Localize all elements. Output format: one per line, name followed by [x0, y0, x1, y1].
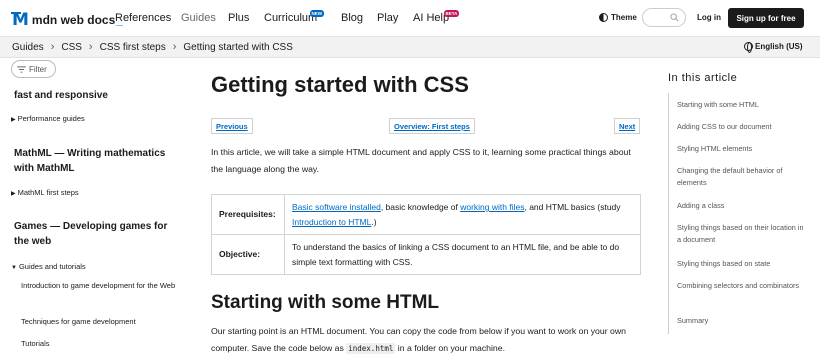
collapsed-triangle-icon: ▶ [11, 191, 16, 197]
search-caret [11, 12, 21, 14]
toc-item[interactable]: Styling things based on their location i… [677, 222, 805, 246]
breadcrumb-item-css-first-steps[interactable]: CSS first steps [100, 42, 166, 53]
sidebar: Filter fast and responsive ▶ Performance … [0, 58, 188, 358]
filter-placeholder: Filter [29, 64, 47, 74]
language-label: English (US) [755, 42, 803, 51]
working-with-files-link[interactable]: working with files [460, 202, 524, 212]
sidebar-subitem-techniques[interactable]: Techniques for game development [21, 316, 181, 328]
breadcrumb: Guides › CSS › CSS first steps › Getting… [12, 41, 293, 53]
learning-outcomes-table: Prerequisites: Basic software installed,… [211, 194, 641, 275]
breadcrumb-item-current[interactable]: Getting started with CSS [183, 42, 293, 53]
toc-title: In this article [668, 72, 738, 84]
beta-badge: BETA [444, 10, 459, 17]
toc-item[interactable]: Adding CSS to our document [677, 121, 805, 133]
nav-play[interactable]: Play [377, 12, 398, 24]
prerequisites-label: Prerequisites: [211, 194, 285, 235]
intro-paragraph: In this article, we will take a simple H… [211, 147, 631, 174]
objective-label: Objective: [211, 234, 285, 275]
breadcrumb-separator: › [50, 41, 55, 53]
prereq-text: , and HTML basics (study [524, 202, 621, 212]
prereq-text: , basic knowledge of [380, 202, 461, 212]
signup-button[interactable]: Sign up for free [728, 8, 804, 28]
nav-blog[interactable]: Blog [341, 12, 363, 24]
paragraph-text: in a folder on your machine. [395, 343, 506, 353]
top-navigation: M mdn web docs _ References Guides Plus … [0, 0, 820, 37]
mdn-logo-text: mdn web docs [31, 13, 116, 27]
toc-item[interactable]: Styling things based on state [677, 258, 805, 270]
breadcrumb-bar: Guides › CSS › CSS first steps › Getting… [0, 37, 820, 58]
sidebar-item-performance-guides[interactable]: ▶ Performance guides [11, 114, 85, 123]
nav-references[interactable]: References [115, 12, 171, 24]
filename-code: index.html [346, 343, 396, 354]
toc-item[interactable]: Adding a class [677, 200, 805, 212]
sidebar-item-mathml-first-steps[interactable]: ▶ MathML first steps [11, 188, 79, 197]
filter-input[interactable]: Filter [11, 60, 56, 78]
mdn-logo[interactable]: M mdn web docs _ [12, 10, 123, 30]
sidebar-item-guides-tutorials[interactable]: ▼ Guides and tutorials [11, 262, 86, 271]
sidebar-subitem-tutorials[interactable]: Tutorials [21, 338, 181, 350]
toc-item[interactable]: Styling HTML elements [677, 143, 805, 155]
section-heading: Starting with some HTML [211, 292, 439, 313]
expanded-triangle-icon: ▼ [11, 265, 17, 271]
search-icon [670, 13, 679, 22]
nav-plus[interactable]: Plus [228, 12, 249, 24]
theme-label: Theme [611, 13, 637, 22]
prereq-text: .) [371, 216, 377, 227]
login-link[interactable]: Log in [697, 13, 721, 22]
next-link[interactable]: Next [614, 118, 641, 134]
globe-icon [744, 42, 753, 53]
overview-link[interactable]: Overview: First steps [389, 118, 475, 134]
theme-icon [599, 13, 608, 22]
breadcrumb-separator: › [172, 41, 177, 53]
toc-item[interactable]: Summary [677, 315, 805, 327]
intro-html-link[interactable]: Introduction to HTML [292, 217, 371, 227]
prerequisites-cell: Basic software installed, basic knowledg… [284, 194, 641, 235]
page-title: Getting started with CSS [211, 72, 469, 97]
table-row: Prerequisites: Basic software installed,… [211, 194, 641, 235]
collapsed-triangle-icon: ▶ [11, 117, 16, 123]
sidebar-section-mathml[interactable]: MathML — Writing mathematics with MathML [14, 146, 186, 176]
sidebar-item-label: MathML first steps [17, 188, 79, 197]
search-input[interactable] [642, 8, 686, 27]
breadcrumb-item-css[interactable]: CSS [61, 42, 82, 53]
new-badge: NEW [310, 10, 324, 17]
sidebar-section-games[interactable]: Games — Developing games for the web [14, 219, 179, 249]
breadcrumb-item-guides[interactable]: Guides [12, 42, 44, 53]
objective-cell: To understand the basics of linking a CS… [284, 234, 641, 275]
toc-divider [668, 93, 669, 334]
basic-software-link[interactable]: Basic software installed [292, 202, 381, 212]
toc-item[interactable]: Combining selectors and combinators [677, 280, 805, 292]
filter-icon [17, 65, 26, 73]
breadcrumb-separator: › [88, 41, 93, 53]
table-row: Objective: To understand the basics of l… [211, 234, 641, 275]
sidebar-item-label: Performance guides [17, 114, 85, 123]
toc-item[interactable]: Starting with some HTML [677, 99, 805, 111]
sidebar-subitem-intro-game-dev[interactable]: Introduction to game development for the… [21, 280, 181, 292]
starting-paragraph: Our starting point is an HTML document. … [211, 323, 641, 357]
theme-switcher[interactable]: Theme [599, 13, 637, 22]
language-switcher[interactable]: English (US) [744, 42, 803, 53]
sidebar-section-performance[interactable]: fast and responsive [14, 88, 184, 103]
sidebar-item-label: Guides and tutorials [18, 262, 86, 271]
toc-item[interactable]: Changing the default behavior of element… [677, 165, 805, 189]
nav-guides[interactable]: Guides [181, 12, 216, 24]
previous-link[interactable]: Previous [211, 118, 253, 134]
